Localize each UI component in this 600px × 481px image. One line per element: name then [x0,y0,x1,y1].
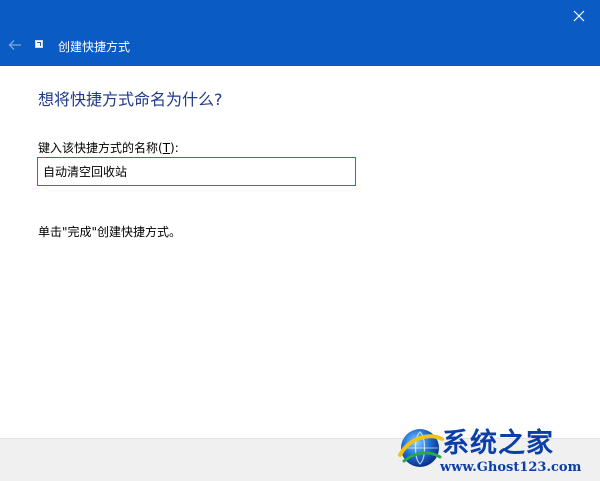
shortcut-name-label: 键入该快捷方式的名称(T): [38,139,179,156]
label-prefix: 键入该快捷方式的名称( [38,141,163,155]
shortcut-name-input[interactable] [37,157,356,186]
watermark-url: www.Ghost123.com [440,460,582,475]
close-button[interactable] [566,4,592,28]
label-suffix: ): [170,141,179,155]
back-button[interactable] [4,35,26,55]
globe-logo-icon [398,429,444,467]
page-heading: 想将快捷方式命名为什么? [38,90,223,109]
close-icon [573,10,585,22]
watermark: 系统之家 www.Ghost123.com [396,419,600,481]
watermark-title: 系统之家 [442,428,554,459]
label-access-key: T [162,141,171,155]
back-arrow-icon [8,40,21,50]
shortcut-icon [35,40,43,48]
finish-hint-text: 单击"完成"创建快捷方式。 [38,225,182,239]
title-bar: 创建快捷方式 [0,0,600,66]
window-title: 创建快捷方式 [58,40,131,54]
